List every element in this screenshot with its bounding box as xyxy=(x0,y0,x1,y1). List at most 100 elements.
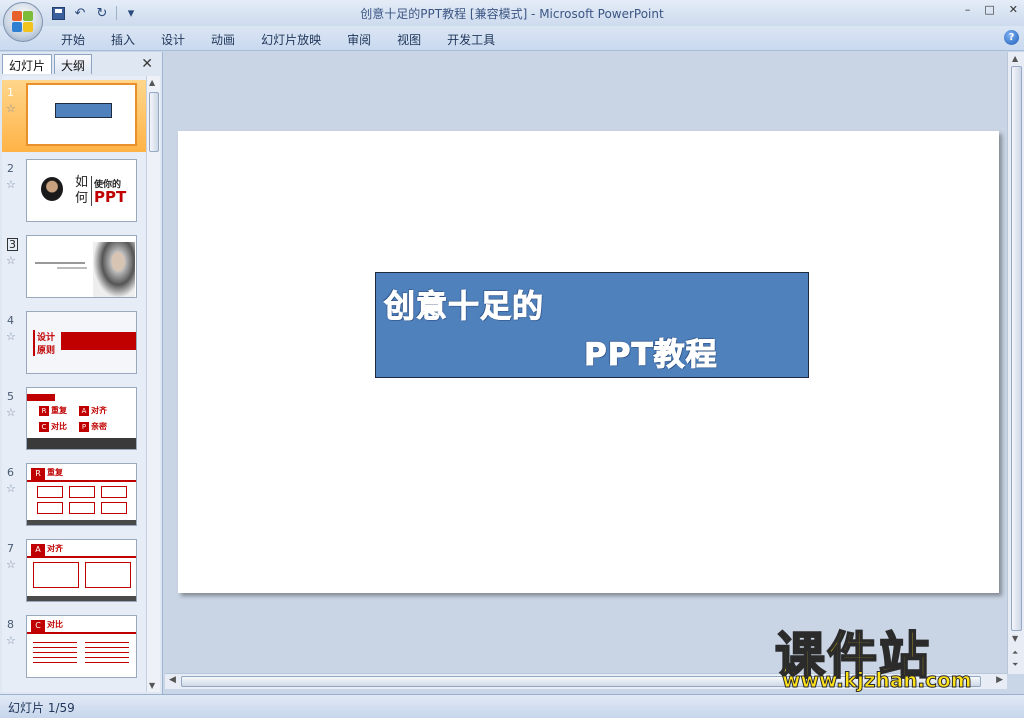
mini-text: 如 xyxy=(75,175,89,190)
tab-design[interactable]: 设计 xyxy=(148,31,198,47)
office-logo-icon xyxy=(12,11,34,33)
minimize-button[interactable]: – xyxy=(965,3,971,16)
slide-thumbnail-6[interactable]: 6 ☆ R 重复 xyxy=(2,460,146,532)
slide-number: 1 xyxy=(7,86,14,99)
tab-animations[interactable]: 动画 xyxy=(198,31,248,47)
close-pane-icon[interactable]: ✕ xyxy=(141,56,153,72)
mini-header xyxy=(27,394,55,401)
mini-box xyxy=(69,486,95,498)
slide-thumbnail-4[interactable]: 4 ☆ 设计 原则 xyxy=(2,308,146,380)
pane-tabs: 幻灯片 大纲 ✕ xyxy=(2,54,159,74)
slide-counter: 幻灯片 1/59 xyxy=(8,701,75,715)
scroll-up-arrow-icon[interactable]: ▲ xyxy=(149,78,155,87)
mini-badge: C xyxy=(39,422,49,432)
slide-editor: 创意十足的 PPT教程 xyxy=(165,52,1007,674)
animation-star-icon: ☆ xyxy=(6,254,16,267)
slide-number: 2 xyxy=(7,162,14,175)
mini-box xyxy=(37,486,63,498)
window-title: 创意十足的PPT教程 [兼容模式] - Microsoft PowerPoint xyxy=(360,7,664,21)
mini-badge: C xyxy=(31,620,45,632)
scrollbar-thumb[interactable] xyxy=(1011,66,1022,631)
thumbnail-image: R 重复 xyxy=(26,463,137,526)
close-button[interactable]: ✕ xyxy=(1009,3,1018,16)
slide-number: 8 xyxy=(7,618,14,631)
animation-star-icon: ☆ xyxy=(6,558,16,571)
slides-pane: 幻灯片 大纲 ✕ 1 ☆ 2 ☆ 如 何 使你的 PPT 3 ☆ 4 ☆ 设计 … xyxy=(0,52,163,694)
scrollbar-thumb[interactable] xyxy=(149,92,159,152)
scroll-right-arrow-icon[interactable]: ▶ xyxy=(996,675,1003,685)
mini-badge: A xyxy=(79,406,89,416)
mini-text: 何 xyxy=(75,191,89,206)
mini-text: 设计 xyxy=(37,333,56,343)
slide-thumbnail-1[interactable]: 1 ☆ xyxy=(2,80,146,152)
window-controls: – □ ✕ xyxy=(965,3,1018,16)
slide-canvas[interactable]: 创意十足的 PPT教程 xyxy=(178,131,999,593)
tab-review[interactable]: 审阅 xyxy=(334,31,384,47)
mini-text-line xyxy=(57,267,87,269)
mini-text: 重复 xyxy=(47,468,63,477)
tab-view[interactable]: 视图 xyxy=(384,31,434,47)
mini-rule xyxy=(27,556,136,558)
watermark-url: www.kjzhan.com xyxy=(782,668,973,693)
help-icon[interactable]: ? xyxy=(1004,30,1019,45)
scroll-down-arrow-icon[interactable]: ▼ xyxy=(1012,634,1018,643)
portrait-icon xyxy=(41,177,63,201)
previous-slide-icon[interactable]: ⏶ xyxy=(1012,648,1018,658)
tab-insert[interactable]: 插入 xyxy=(98,31,148,47)
mini-text: 对齐 xyxy=(47,544,63,553)
slide-thumbnail-2[interactable]: 2 ☆ 如 何 使你的 PPT xyxy=(2,156,146,228)
mini-text: 对比 xyxy=(51,422,67,431)
mini-badge: R xyxy=(31,468,45,480)
slide-number: 5 xyxy=(7,390,14,403)
mini-title-box xyxy=(55,103,112,118)
mini-badge: A xyxy=(31,544,45,556)
editor-vertical-scrollbar[interactable]: ▲ ▼ ⏶ ⏷ xyxy=(1007,52,1024,674)
office-button[interactable] xyxy=(3,2,43,42)
mini-box xyxy=(37,502,63,514)
mini-text: 对齐 xyxy=(91,406,107,415)
slide-thumbnail-7[interactable]: 7 ☆ A 对齐 xyxy=(2,536,146,608)
tab-home[interactable]: 开始 xyxy=(48,31,98,47)
mini-text: 亲密 xyxy=(91,422,107,431)
mini-box xyxy=(85,562,131,588)
mini-text: PPT xyxy=(94,188,127,206)
thumbnail-image xyxy=(26,235,137,298)
mini-box xyxy=(33,562,79,588)
scroll-left-arrow-icon[interactable]: ◀ xyxy=(169,675,176,685)
mini-rule xyxy=(27,480,136,482)
title-textbox[interactable]: 创意十足的 PPT教程 xyxy=(375,272,809,378)
tab-slideshow[interactable]: 幻灯片放映 xyxy=(248,31,334,47)
status-bar: 幻灯片 1/59 xyxy=(0,694,1024,718)
restore-button[interactable]: □ xyxy=(984,3,994,16)
scroll-down-arrow-icon[interactable]: ▼ xyxy=(149,681,155,690)
mini-list xyxy=(85,638,129,666)
thumbnail-image: R 重复 A 对齐 C 对比 P 亲密 xyxy=(26,387,137,450)
mini-box xyxy=(101,502,127,514)
mini-list xyxy=(33,638,77,666)
mini-footer xyxy=(27,596,136,601)
animation-star-icon: ☆ xyxy=(6,102,16,115)
thumbnail-scrollbar[interactable]: ▲ ▼ xyxy=(146,76,160,692)
tab-outline[interactable]: 大纲 xyxy=(54,54,93,74)
slide-thumbnail-8[interactable]: 8 ☆ C 对比 xyxy=(2,612,146,684)
animation-star-icon: ☆ xyxy=(6,634,16,647)
tab-slides[interactable]: 幻灯片 xyxy=(2,54,53,74)
slide-thumbnail-3[interactable]: 3 ☆ xyxy=(2,232,146,304)
slide-number: 7 xyxy=(7,542,14,555)
mini-box xyxy=(101,486,127,498)
next-slide-icon[interactable]: ⏷ xyxy=(1012,660,1018,670)
mini-text: 重复 xyxy=(51,406,67,415)
mini-divider xyxy=(91,176,92,206)
mini-badge: R xyxy=(39,406,49,416)
animation-star-icon: ☆ xyxy=(6,406,16,419)
mini-text: 原则 xyxy=(37,346,56,356)
mini-footer xyxy=(27,520,136,525)
animation-star-icon: ☆ xyxy=(6,330,16,343)
title-line-2: PPT教程 xyxy=(584,337,718,374)
scroll-up-arrow-icon[interactable]: ▲ xyxy=(1012,54,1018,63)
tab-developer[interactable]: 开发工具 xyxy=(434,31,508,47)
thumbnail-image: A 对齐 xyxy=(26,539,137,602)
slide-thumbnail-5[interactable]: 5 ☆ R 重复 A 对齐 C 对比 P 亲密 xyxy=(2,384,146,456)
mini-badge: P xyxy=(79,422,89,432)
thumbnail-image xyxy=(26,83,137,146)
